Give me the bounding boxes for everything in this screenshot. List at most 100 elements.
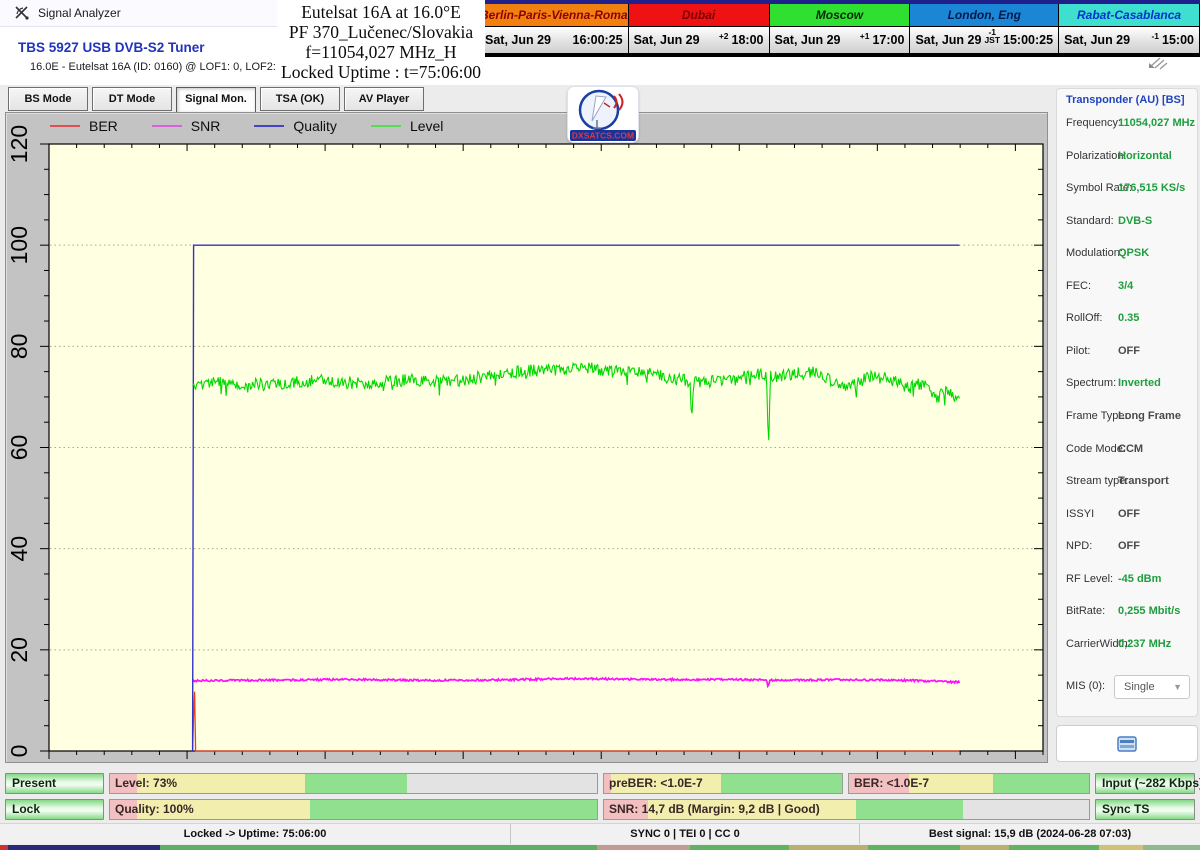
transponder-row-issyi: ISSYIOFF xyxy=(1057,508,1197,524)
transponder-row-code-mode: Code Mode:CCM xyxy=(1057,443,1197,459)
transponder-row-carrierwidth: CarrierWidth:0,237 MHz xyxy=(1057,638,1197,654)
progress-segment xyxy=(611,774,720,793)
transponder-row-value: DVB-S xyxy=(1118,215,1152,227)
signal-monitor-chart-panel: 020406080100120 BERSNRQualityLevel xyxy=(5,112,1048,763)
strip-segment-3 xyxy=(597,845,690,850)
transponder-row-symbol-rate: Symbol Rate:176,515 KS/s xyxy=(1057,182,1197,198)
transponder-panel: Transponder (AU) [BS] Frequency:11054,02… xyxy=(1056,88,1198,717)
transponder-row-fec: FEC:3/4 xyxy=(1057,280,1197,296)
lock-indicator: Lock xyxy=(5,799,104,820)
transponder-row-value: 3/4 xyxy=(1118,280,1133,292)
transponder-row-stream-type: Stream type:Transport xyxy=(1057,475,1197,491)
transponder-row-label: Code Mode: xyxy=(1066,443,1126,455)
y-axis-label-20: 20 xyxy=(6,637,32,663)
progress-segment xyxy=(909,774,993,793)
header-area: Signal Analyzer TBS 5927 USB DVB-S2 Tune… xyxy=(0,0,1200,85)
legend-line-ber xyxy=(50,125,80,127)
y-axis-label-60: 60 xyxy=(6,435,32,461)
transponder-row-value: Long Frame xyxy=(1118,410,1181,422)
legend-line-snr xyxy=(152,125,182,127)
transponder-row-npd: NPD:OFF xyxy=(1057,540,1197,556)
mode-tabs: BS ModeDT ModeSignal Mon.TSA (OK)AV Play… xyxy=(8,87,424,113)
legend-item-quality: Quality xyxy=(254,118,337,134)
clock-time-row: Sat, Jun 29+218:00 xyxy=(629,27,769,53)
chevron-down-icon: ▼ xyxy=(1173,676,1182,698)
progress-segment xyxy=(110,800,137,819)
offset-value: +1 xyxy=(860,32,870,40)
progress-segment xyxy=(137,774,305,793)
strip-segment-1 xyxy=(8,845,160,850)
transponder-row-label: Standard: xyxy=(1066,215,1114,227)
resize-grip-icon xyxy=(1146,55,1172,71)
background-window-strip xyxy=(0,845,1200,850)
clock-time-value: 18:00 xyxy=(732,33,764,47)
transponder-row-polarization: Polarization:Horizontal xyxy=(1057,150,1197,166)
input-bitrate-indicator: Input (~282 Kbps) xyxy=(1095,773,1195,794)
clock-date: Sat, Jun 29 xyxy=(1064,33,1130,47)
strip-segment-0 xyxy=(0,845,8,850)
mis-select[interactable]: Single ▼ xyxy=(1114,675,1190,699)
legend-label: Quality xyxy=(293,118,337,134)
progress-segment xyxy=(110,774,137,793)
strip-segment-10 xyxy=(1143,845,1200,850)
signal-analyzer-window: Signal Analyzer TBS 5927 USB DVB-S2 Tune… xyxy=(0,0,1200,850)
clock-city-label: London, Eng xyxy=(910,4,1058,27)
level-progress: Level: 73% xyxy=(109,773,598,794)
transponder-row-value: 0,237 MHz xyxy=(1118,638,1171,650)
progress-segment xyxy=(721,774,842,793)
legend-line-quality xyxy=(254,125,284,127)
transponder-row-label: BitRate: xyxy=(1066,605,1105,617)
clock-city-label: Dubai xyxy=(629,4,769,27)
transponder-row-label: Spectrum: xyxy=(1066,377,1116,389)
clock-utc-offset: +2 xyxy=(719,32,729,40)
mis-selected-value: Single xyxy=(1124,681,1155,693)
progress-segment xyxy=(993,774,1089,793)
progress-label: preBER: <1.0E-7 xyxy=(609,774,703,793)
status-bar: Locked -> Uptime: 75:06:00 SYNC 0 | TEI … xyxy=(0,823,1200,844)
app-dish-icon xyxy=(14,5,31,22)
chart-legend: BERSNRQualityLevel xyxy=(50,118,477,134)
transponder-row-standard: Standard: DVB-S xyxy=(1057,215,1197,231)
progress-segment xyxy=(604,774,611,793)
overlay-line-2: PF 370_Lučenec/Slovakia xyxy=(277,22,485,42)
legend-item-level: Level xyxy=(371,118,443,134)
y-axis-label-100: 100 xyxy=(6,226,32,264)
progress-segment xyxy=(604,800,648,819)
transponder-rows: Frequency:11054,027 MHzPolarization:Hori… xyxy=(1057,89,1197,716)
legend-label: Level xyxy=(410,118,443,134)
strip-segment-5 xyxy=(789,845,868,850)
progress-label: Quality: 100% xyxy=(115,800,194,819)
mis-row: MIS (0): Single ▼ xyxy=(1057,675,1197,701)
tab-dt-mode[interactable]: DT Mode xyxy=(92,87,172,111)
transponder-row-label: ISSYI xyxy=(1066,508,1094,520)
dxsatcs-logo-text: DXSATCS.COM xyxy=(572,131,634,141)
clock-time-row: Sat, Jun 29-115:00 xyxy=(1059,27,1199,53)
progress-segment xyxy=(648,800,857,819)
transponder-row-value: QPSK xyxy=(1118,247,1149,259)
clock-berlin-paris-vienna-roma: Berlin-Paris-Vienna-RomaSat, Jun 2916:00… xyxy=(479,4,629,57)
sync-ts-indicator: Sync TS xyxy=(1095,799,1195,820)
strip-segment-2 xyxy=(160,845,597,850)
transponder-row-value: CCM xyxy=(1118,443,1143,455)
clock-utc-offset: -1 xyxy=(1151,32,1159,40)
transport-stream-button[interactable] xyxy=(1056,725,1198,762)
dxsatcs-logo-image: DXSATCS.COM xyxy=(568,87,638,142)
clock-city-label: Moscow xyxy=(770,4,910,27)
clock-time-value: 15:00:25 xyxy=(1003,33,1053,47)
transponder-row-value: OFF xyxy=(1118,540,1140,552)
status-best-signal: Best signal: 15,9 dB (2024-06-28 07:03) xyxy=(860,824,1200,844)
status-lock-uptime: Locked -> Uptime: 75:06:00 xyxy=(0,824,511,844)
clock-city-label: Rabat-Casablanca xyxy=(1059,4,1199,27)
signal-chart: 020406080100120 xyxy=(6,113,1047,762)
tab-av-player[interactable]: AV Player xyxy=(344,87,424,111)
satellite-info-overlay: Eutelsat 16A at 16.0°E PF 370_Lučenec/Sl… xyxy=(277,0,485,85)
strip-segment-8 xyxy=(1009,845,1099,850)
tab-tsa-ok[interactable]: TSA (OK) xyxy=(260,87,340,111)
strip-segment-9 xyxy=(1099,845,1143,850)
tab-signal-mon[interactable]: Signal Mon. xyxy=(176,87,256,113)
preber-progress: preBER: <1.0E-7 xyxy=(603,773,843,794)
overlay-line-1: Eutelsat 16A at 16.0°E xyxy=(277,2,485,22)
tab-bs-mode[interactable]: BS Mode xyxy=(8,87,88,111)
progress-label: Level: 73% xyxy=(115,774,177,793)
transponder-row-pilot: Pilot:OFF xyxy=(1057,345,1197,361)
